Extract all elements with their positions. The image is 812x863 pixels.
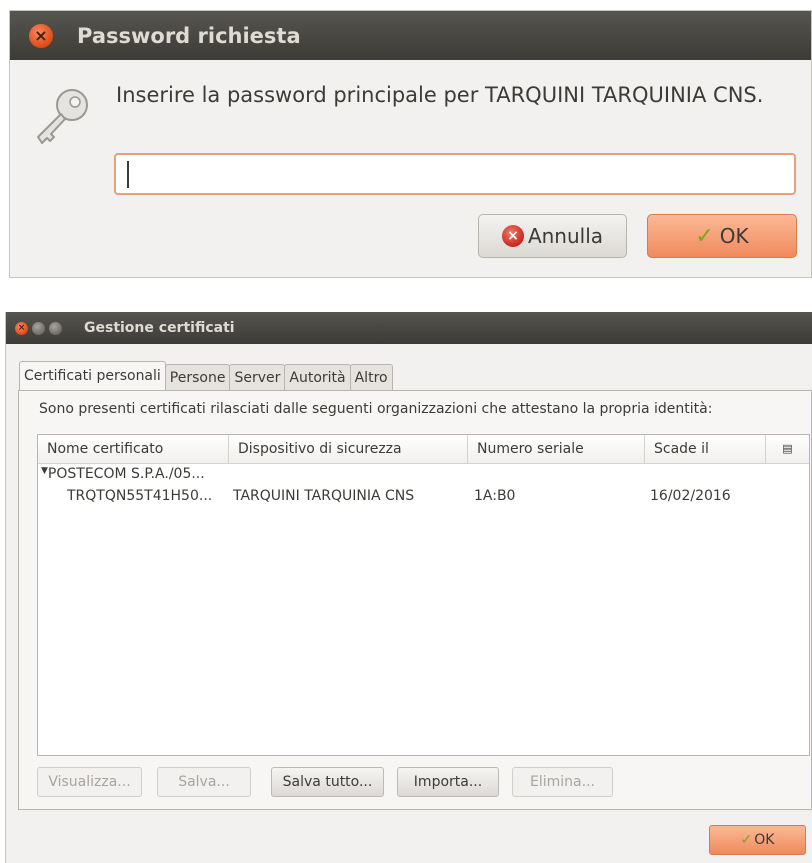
cancel-button[interactable]: × Annulla bbox=[478, 214, 627, 258]
ok-button[interactable]: ✓ OK bbox=[647, 214, 797, 258]
password-prompt: Inserire la password principale per TARQ… bbox=[116, 83, 764, 107]
password-dialog-titlebar: × Password richiesta bbox=[10, 11, 811, 60]
cert-window-titlebar: × Gestione certificati bbox=[6, 312, 812, 344]
group-label: POSTECOM S.P.A./05... bbox=[47, 466, 205, 482]
cert-ok-label: OK bbox=[754, 832, 775, 848]
text-caret bbox=[127, 161, 129, 188]
expander-down-icon[interactable]: ▼ bbox=[41, 466, 48, 476]
maximize-icon[interactable] bbox=[49, 321, 62, 335]
column-header-name[interactable]: Nome certificato bbox=[38, 435, 229, 463]
panel-description: Sono presenti certificati rilasciati dal… bbox=[39, 401, 713, 417]
certificate-tree[interactable]: Nome certificato Dispositivo di sicurezz… bbox=[37, 434, 810, 756]
column-header-serial[interactable]: Numero seriale bbox=[468, 435, 645, 463]
cancel-icon: × bbox=[501, 225, 524, 247]
password-input[interactable] bbox=[114, 153, 796, 195]
cert-ok-button[interactable]: ✓ OK bbox=[709, 825, 806, 855]
column-header-device[interactable]: Dispositivo di sicurezza bbox=[229, 435, 468, 463]
checkmark-icon: ✓ bbox=[740, 832, 753, 848]
import-button[interactable]: Importa... bbox=[397, 767, 499, 797]
key-icon bbox=[37, 89, 88, 144]
certificate-row-device: TARQUINI TARQUINIA CNS bbox=[233, 488, 415, 504]
tab-panel: Sono presenti certificati rilasciati dal… bbox=[18, 390, 812, 810]
column-header-expires[interactable]: Scade il bbox=[645, 435, 766, 463]
close-icon[interactable]: × bbox=[15, 321, 28, 335]
tree-group-row[interactable]: ▼POSTECOM S.P.A./05... bbox=[41, 466, 205, 482]
tab-servers[interactable]: Server bbox=[229, 364, 286, 391]
column-picker-icon[interactable]: ▤ bbox=[766, 435, 809, 463]
minimize-icon[interactable] bbox=[32, 321, 45, 335]
certificate-row-name[interactable]: TRQTQN55T41H50... bbox=[67, 488, 212, 504]
tab-personal-certificates[interactable]: Certificati personali bbox=[19, 361, 166, 391]
close-icon[interactable]: × bbox=[29, 23, 53, 48]
ok-button-label: OK bbox=[719, 224, 749, 248]
certificate-manager-window: × Gestione certificati Certificati perso… bbox=[5, 312, 812, 863]
password-dialog: × Password richiesta Inserire la passwor… bbox=[9, 10, 812, 278]
tab-authorities[interactable]: Autorità bbox=[284, 364, 351, 391]
cancel-button-label: Annulla bbox=[527, 224, 604, 248]
checkmark-icon: ✓ bbox=[695, 223, 714, 249]
window-title: Gestione certificati bbox=[84, 320, 235, 336]
tab-people[interactable]: Persone bbox=[164, 364, 231, 391]
delete-button[interactable]: Elimina... bbox=[512, 767, 613, 797]
save-button[interactable]: Salva... bbox=[157, 767, 251, 797]
tab-bar: Certificati personali Persone Server Aut… bbox=[19, 361, 393, 391]
view-button[interactable]: Visualizza... bbox=[37, 767, 142, 797]
certificate-row-expires: 16/02/2016 bbox=[650, 488, 731, 504]
save-all-button[interactable]: Salva tutto... bbox=[271, 767, 384, 797]
certificate-row-serial: 1A:B0 bbox=[474, 488, 516, 504]
tree-header: Nome certificato Dispositivo di sicurezz… bbox=[38, 435, 809, 464]
tab-other[interactable]: Altro bbox=[349, 364, 393, 391]
dialog-title: Password richiesta bbox=[77, 23, 301, 48]
